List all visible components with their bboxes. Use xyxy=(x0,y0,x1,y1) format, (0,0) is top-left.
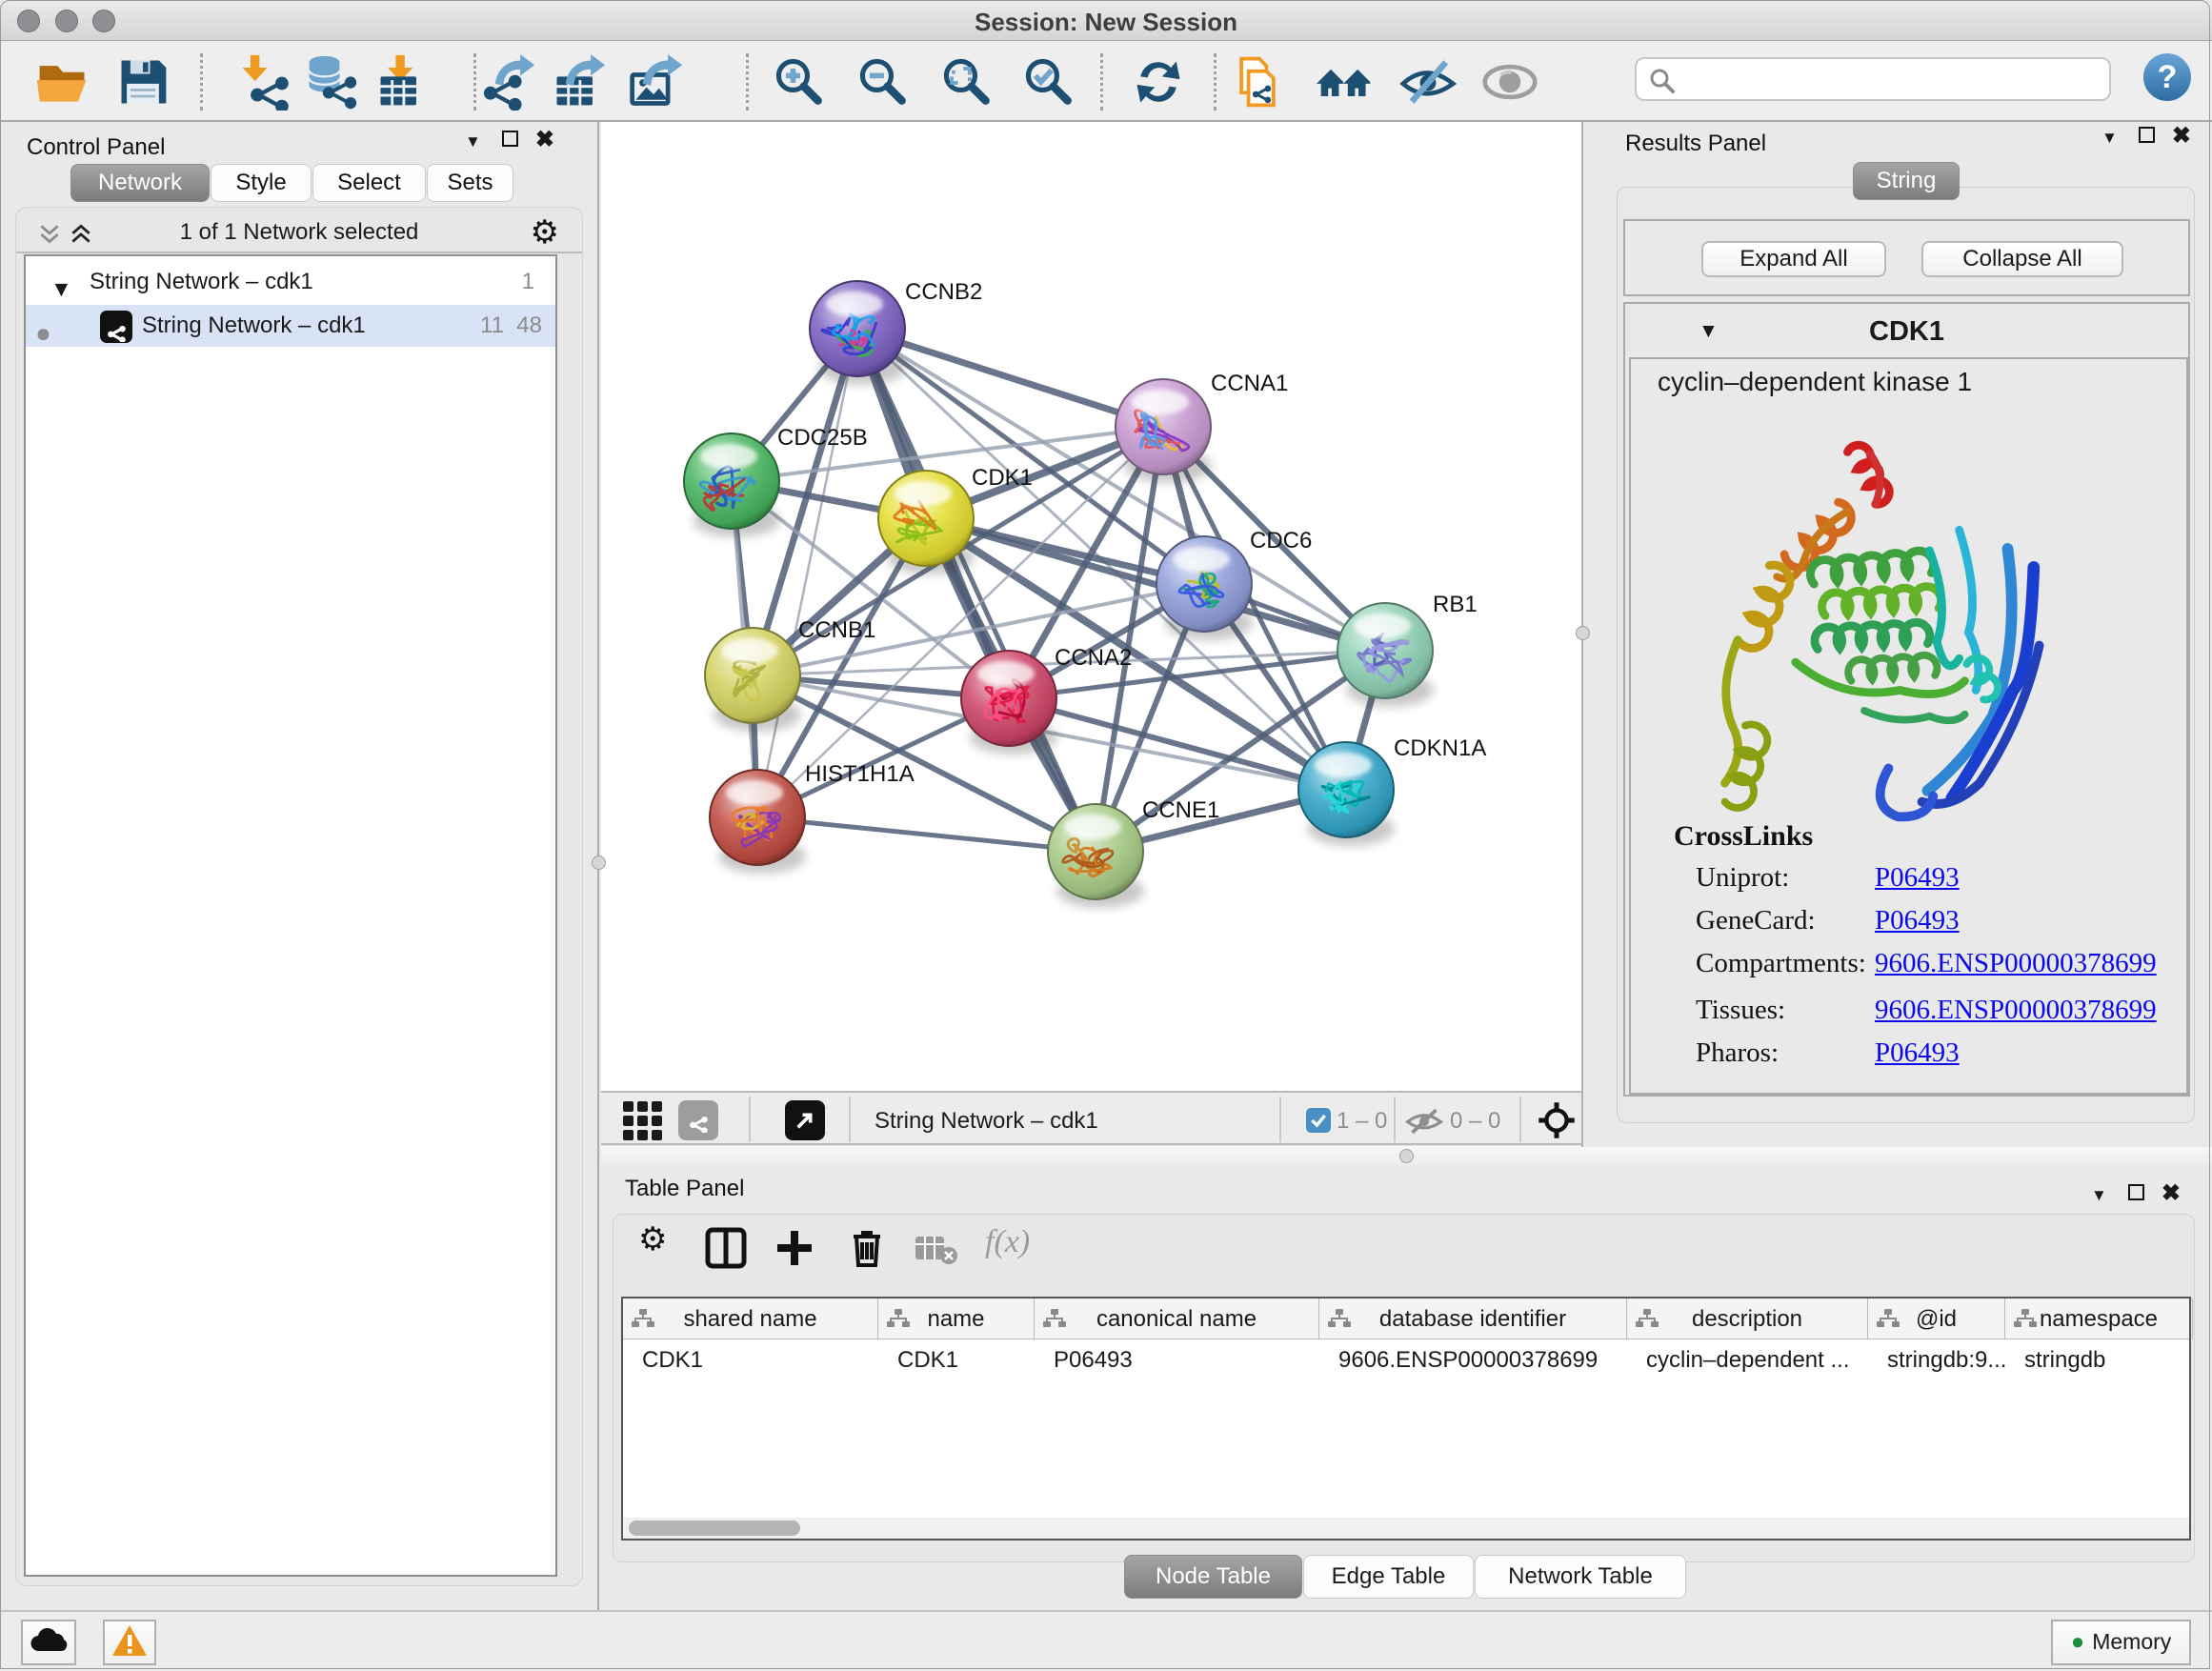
svg-text:RB1: RB1 xyxy=(1433,592,1478,617)
svg-text:CCNB2: CCNB2 xyxy=(905,279,982,305)
svg-text:CDC25B: CDC25B xyxy=(777,425,868,451)
svg-text:CDC6: CDC6 xyxy=(1250,528,1312,554)
svg-text:CCNA1: CCNA1 xyxy=(1211,371,1288,396)
svg-text:CCNE1: CCNE1 xyxy=(1142,797,1219,823)
svg-text:CDKN1A: CDKN1A xyxy=(1394,735,1486,761)
svg-text:HIST1H1A: HIST1H1A xyxy=(805,761,915,787)
svg-text:CDK1: CDK1 xyxy=(972,465,1033,491)
svg-text:CCNB1: CCNB1 xyxy=(798,617,875,643)
svg-text:CCNA2: CCNA2 xyxy=(1055,645,1132,671)
